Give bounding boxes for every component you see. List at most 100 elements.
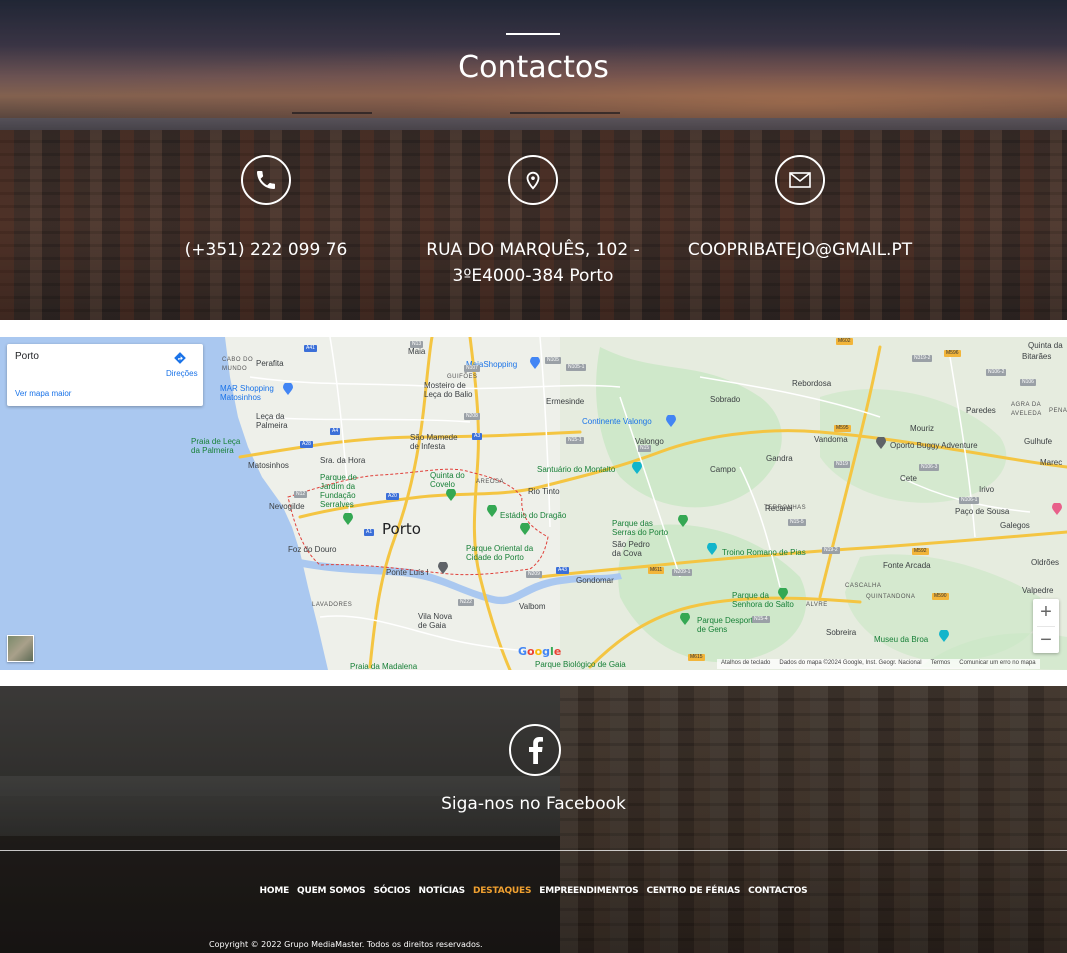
road-shield: M590 <box>932 593 949 600</box>
road-shield: A41 <box>304 345 317 352</box>
district-label: TERRONHAS <box>764 505 807 511</box>
landmark-pin-icon[interactable] <box>632 462 642 474</box>
map-label: Foz do Douro <box>288 545 337 554</box>
road-shield: N107 <box>464 365 480 372</box>
landmark-pin-icon[interactable] <box>707 543 717 555</box>
map-label: Maia <box>408 347 426 356</box>
map-label: Marec <box>1040 458 1063 467</box>
location-pin-icon <box>508 155 558 205</box>
nav-empreendimentos[interactable]: EMPREENDIMENTOS <box>539 886 638 896</box>
address-line-1: RUA DO MARQUÊS, 102 - <box>426 240 640 260</box>
nav-centro-de-ferias[interactable]: CENTRO DE FÉRIAS <box>646 886 740 896</box>
map-label: Galegos <box>1000 521 1030 530</box>
map-label: Cete <box>900 474 917 483</box>
park-pin-icon[interactable] <box>678 515 688 527</box>
road-shield: A1 <box>364 529 375 536</box>
shopping-pin-icon[interactable] <box>666 415 676 427</box>
map-label: Nevogilde <box>269 502 305 511</box>
google-map[interactable]: Porto Ver mapa maior Direções Perafita M… <box>0 337 1067 670</box>
zoom-control: + − <box>1033 599 1059 653</box>
zoom-in-button[interactable]: + <box>1033 599 1059 626</box>
park-pin-icon[interactable] <box>778 588 788 600</box>
directions-link[interactable]: Direções <box>166 369 198 378</box>
road-shield: A43 <box>556 567 569 574</box>
facebook-icon[interactable] <box>509 724 561 776</box>
view-larger-map-link[interactable]: Ver mapa maior <box>15 389 71 398</box>
address: RUA DO MARQUÊS, 102 - 3ºE4000-384 Porto <box>403 237 663 289</box>
map-data-credit: Dados do mapa ©2024 Google, Inst. Geogr.… <box>779 660 922 666</box>
terms-link[interactable]: Termos <box>931 660 951 668</box>
stadium-pin-icon[interactable] <box>487 505 497 517</box>
district-label: ALVRE <box>806 602 828 608</box>
poi-label: Parque Biológico de Gaia <box>535 660 626 669</box>
road-shield: M602 <box>836 338 853 345</box>
district-label: GUIFÕES <box>447 374 478 380</box>
poi-label: Ponte Luís I <box>386 568 429 577</box>
poi-label: Continente Valongo <box>582 417 652 426</box>
map-label-porto: Porto <box>382 520 421 538</box>
map-label: Mouriz <box>910 424 935 433</box>
poi-label: Quinta do Covelo <box>430 471 465 489</box>
map-label: Gandra <box>766 454 793 463</box>
district-label: PENA <box>1049 408 1067 414</box>
zoom-out-button[interactable]: − <box>1033 627 1059 654</box>
shopping-pin-icon[interactable] <box>530 357 540 369</box>
road-shield: N222 <box>458 599 474 606</box>
district-label: CASCALHA <box>845 583 882 589</box>
satellite-toggle[interactable] <box>7 635 34 662</box>
road-shield: M592 <box>912 548 929 555</box>
map-label: Vandoma <box>814 435 848 444</box>
directions-icon[interactable] <box>173 351 187 365</box>
district-label: AGRA DA AVELEDA <box>1011 402 1042 417</box>
map-label: São Mamede de Infesta <box>410 433 458 451</box>
nav-socios[interactable]: SÓCIOS <box>373 886 410 896</box>
map-label: Gulhufe <box>1024 437 1053 446</box>
phone-contact: (+351) 222 099 76 <box>136 155 396 263</box>
road-shield: M611 <box>648 567 665 574</box>
road-shield: N106-1 <box>959 497 980 504</box>
poi-label: Santuário do Montalto <box>537 465 616 474</box>
road-shield: N15-4 <box>752 616 770 623</box>
report-error-link[interactable]: Comunicar um erro no mapa <box>959 660 1035 668</box>
road-shield: A20 <box>386 493 399 500</box>
poi-label: Praia de Leça da Palmeira <box>191 437 241 455</box>
map-label: Leça da Palmeira <box>256 412 288 430</box>
keyboard-shortcuts-link[interactable]: Atalhos de teclado <box>721 660 770 668</box>
road-shield: N106-3 <box>919 464 940 471</box>
road-shield: N209 <box>526 571 542 578</box>
footer-nav: HOME QUEM SOMOS SÓCIOS NOTÍCIAS DESTAQUE… <box>0 886 1067 896</box>
road-shield: N106 <box>1020 379 1036 386</box>
facebook-follow-text[interactable]: Siga-nos no Facebook <box>0 794 1067 814</box>
map-label: Quinta da <box>1028 341 1063 350</box>
nav-home[interactable]: HOME <box>260 886 290 896</box>
nav-quem-somos[interactable]: QUEM SOMOS <box>297 886 366 896</box>
phone-number[interactable]: (+351) 222 099 76 <box>136 237 396 263</box>
poi-label: MAR Shopping Matosinhos <box>220 384 274 402</box>
map-label: Sra. da Hora <box>320 456 366 465</box>
park-pin-icon[interactable] <box>343 513 353 525</box>
email-address[interactable]: COOPRIBATEJO@GMAIL.PT <box>670 237 930 263</box>
park-pin-icon[interactable] <box>446 489 456 501</box>
map-label: Rebordosa <box>792 379 832 388</box>
district-label: LAVADORES <box>312 602 353 608</box>
map-label: Perafita <box>256 359 284 368</box>
hotel-pin-icon[interactable] <box>1052 503 1062 515</box>
footer-divider <box>0 850 1067 851</box>
landmark-pin-icon[interactable] <box>438 562 448 574</box>
copyright-text: Copyright © 2022 Grupo MediaMaster. Todo… <box>209 940 483 949</box>
shopping-pin-icon[interactable] <box>283 383 293 395</box>
district-label: AREOSA <box>476 479 505 485</box>
landmark-pin-icon[interactable] <box>876 437 886 449</box>
district-label: CABO DO MUNDO <box>222 357 254 372</box>
park-pin-icon[interactable] <box>520 523 530 535</box>
map-label: Fonte Arcada <box>883 561 931 570</box>
nav-noticias[interactable]: NOTÍCIAS <box>418 886 465 896</box>
park-pin-icon[interactable] <box>680 613 690 625</box>
road-shield: M615 <box>688 654 705 661</box>
landmark-pin-icon[interactable] <box>939 630 949 642</box>
poi-label: Troino Romano de Pias <box>722 548 806 557</box>
nav-contactos[interactable]: CONTACTOS <box>748 886 807 896</box>
map-label: Sobrado <box>710 395 741 404</box>
map-label: Irivo <box>979 485 995 494</box>
nav-destaques[interactable]: DESTAQUES <box>473 886 531 896</box>
